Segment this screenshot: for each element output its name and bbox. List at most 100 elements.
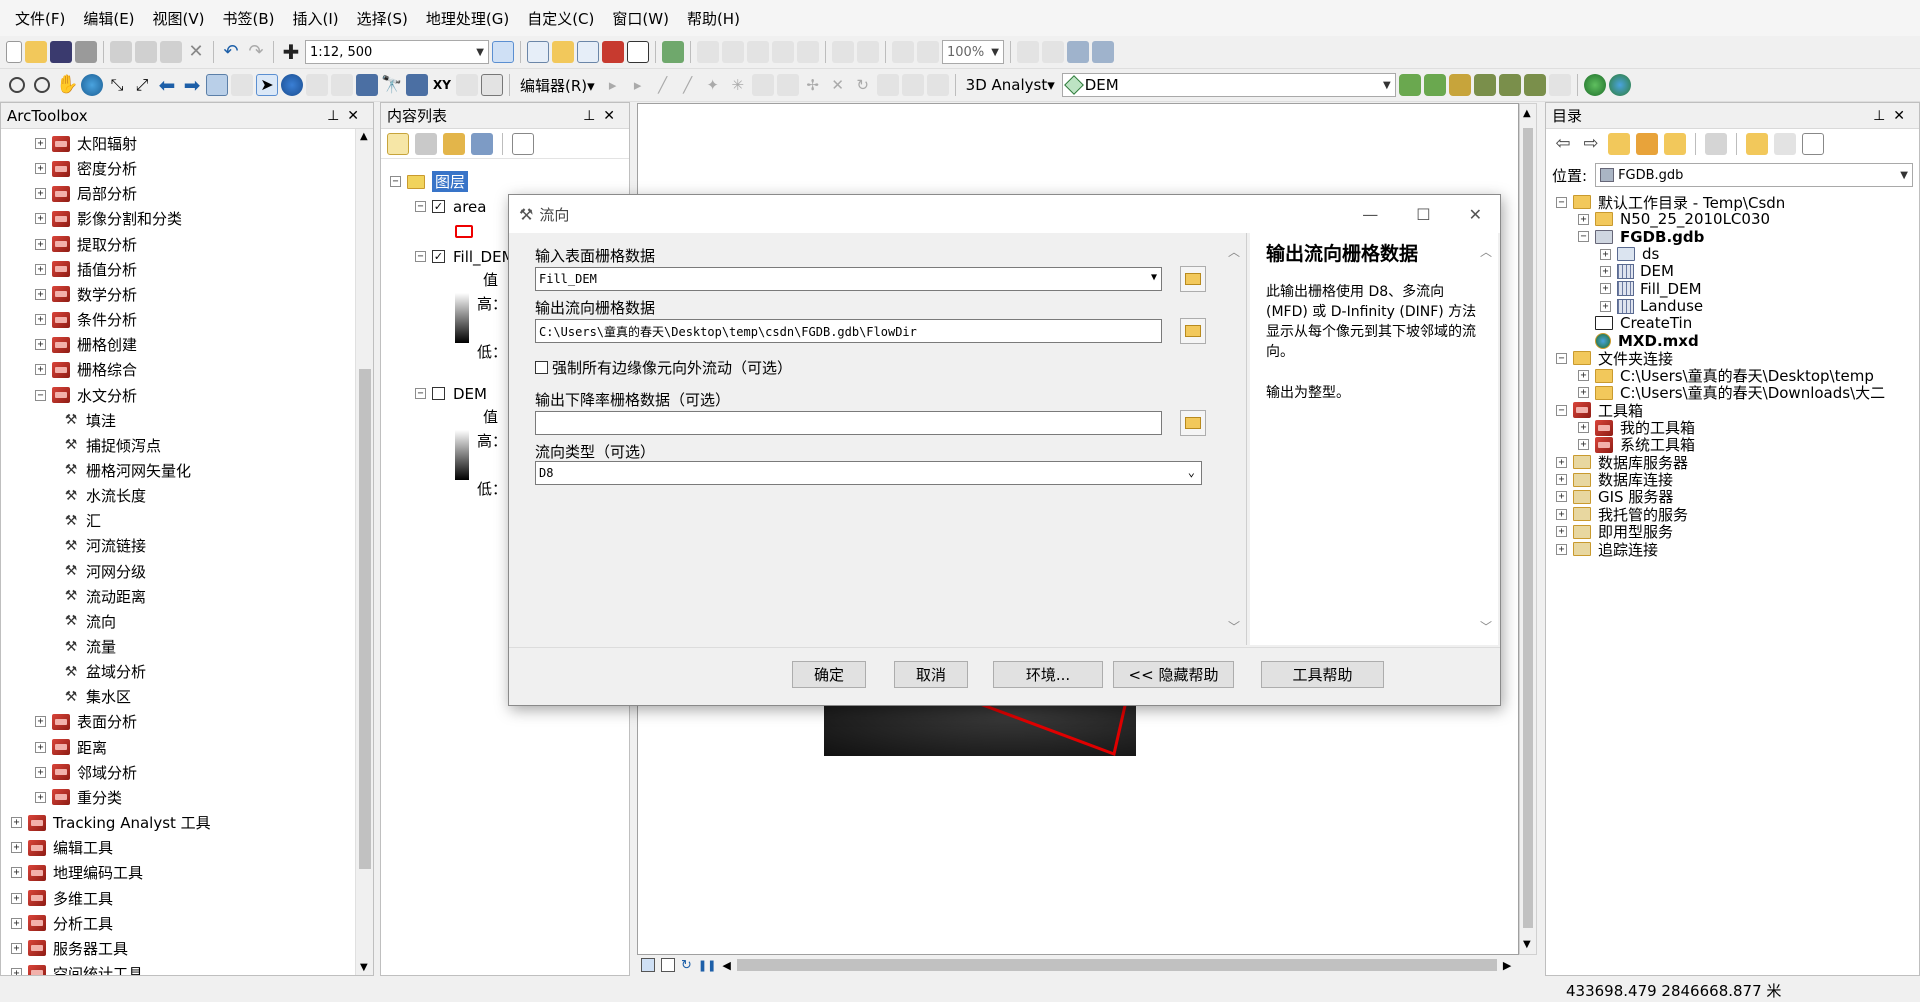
toolset-item[interactable]: + 表面分析 — [35, 709, 137, 734]
toolset-item[interactable]: + 太阳辐射 — [35, 131, 137, 156]
layer-visibility-checkbox[interactable]: ✓ — [432, 200, 445, 213]
expand-icon[interactable]: + — [11, 942, 22, 954]
tool-item[interactable]: ⚒ 捕捉倾泻点 — [63, 433, 161, 458]
catalog-item[interactable]: + N50_25_2010LC030 — [1578, 210, 1770, 228]
expand-icon[interactable]: + — [35, 138, 46, 149]
drop-raster-field[interactable] — [535, 411, 1162, 435]
expand-icon[interactable]: + — [1578, 439, 1589, 451]
toolset-item[interactable]: + 栅格创建 — [35, 332, 137, 357]
expand-icon[interactable]: + — [1556, 474, 1567, 486]
close-icon[interactable]: ✕ — [1893, 108, 1913, 124]
browse-output-button[interactable] — [1180, 318, 1206, 344]
force-edge-option[interactable]: 强制所有边缘像元向外流动（可选） — [535, 357, 792, 378]
find-route-icon[interactable] — [406, 74, 428, 96]
output-flowdir-field[interactable]: C:\Users\童真的春天\Desktop\temp\csdn\FGDB.gd… — [535, 319, 1162, 343]
pin-icon[interactable]: ⊥ — [583, 108, 603, 124]
toolset-item[interactable]: + 提取分析 — [35, 232, 137, 257]
toolset-item[interactable]: + 密度分析 — [35, 156, 137, 181]
expand-icon[interactable]: + — [1600, 265, 1611, 277]
copy-icon[interactable] — [135, 41, 157, 63]
browse-drop-button[interactable] — [1180, 410, 1206, 436]
input-surface-combo[interactable]: Fill_DEM ▼ — [535, 267, 1162, 291]
force-edge-checkbox[interactable] — [535, 361, 548, 374]
identify-icon[interactable] — [281, 74, 303, 96]
catalog-item[interactable]: + 追踪连接 — [1556, 540, 1658, 559]
tool-item[interactable]: ⚒ 河网分级 — [63, 559, 146, 584]
scrollbar-thumb[interactable] — [1523, 128, 1533, 928]
interpolate-line-icon[interactable] — [1498, 74, 1521, 96]
up-one-level-icon[interactable] — [1608, 133, 1630, 155]
scroll-up-icon[interactable]: ▲ — [1523, 108, 1531, 119]
layer-visibility-checkbox[interactable] — [432, 387, 445, 400]
toolset-item[interactable]: + 局部分析 — [35, 181, 137, 206]
data-driven-pages-icon[interactable] — [1092, 41, 1114, 63]
forward-icon[interactable]: ⇨ — [1580, 133, 1602, 155]
toolset-item[interactable]: + 距离 — [35, 735, 107, 760]
steepest-path-icon[interactable] — [1423, 74, 1446, 96]
search-window-icon[interactable] — [577, 41, 599, 63]
zoom-out-icon[interactable] — [34, 77, 50, 93]
save-icon[interactable] — [50, 41, 72, 63]
toc-layer-area[interactable]: − ✓ area — [415, 194, 486, 219]
tool-item[interactable]: ⚒ 集水区 — [63, 684, 131, 709]
expand-icon[interactable]: + — [35, 339, 46, 351]
scroll-down-icon[interactable]: ▼ — [360, 962, 368, 973]
modelbuilder-icon[interactable] — [662, 41, 684, 63]
toolset-item[interactable]: + 影像分割和分类 — [35, 206, 182, 231]
tool-item[interactable]: ⚒ 栅格河网矢量化 — [63, 458, 191, 483]
cut-icon[interactable] — [110, 41, 132, 63]
expand-icon[interactable]: + — [35, 188, 46, 200]
expand-icon[interactable]: + — [35, 288, 46, 300]
collapse-icon[interactable]: − — [1556, 352, 1567, 364]
collapse-icon[interactable]: − — [415, 388, 426, 399]
arctoolbox-scrollbar[interactable]: ▲ ▼ — [355, 129, 373, 975]
expand-icon[interactable]: + — [35, 716, 46, 728]
select-features-icon[interactable] — [206, 74, 228, 96]
contour-icon[interactable] — [1398, 74, 1421, 96]
expand-icon[interactable]: + — [1600, 248, 1611, 260]
add-data-icon[interactable]: ✚ — [280, 41, 302, 63]
catalog-item[interactable]: − 默认工作目录 - Temp\Csdn — [1556, 193, 1785, 212]
collapse-icon[interactable]: − — [1556, 196, 1567, 208]
data-view-icon[interactable] — [641, 958, 655, 972]
back-icon[interactable]: ⇦ — [1552, 133, 1574, 155]
expand-icon[interactable]: + — [1578, 387, 1589, 399]
full-extent-icon[interactable] — [81, 74, 103, 96]
expand-icon[interactable]: + — [35, 213, 46, 225]
arcscene-globe-icon[interactable] — [1583, 74, 1606, 96]
editor-menu[interactable]: 编辑器(R)▾ — [516, 75, 599, 96]
fixed-zoom-in-map-icon[interactable]: ⤡ — [106, 74, 128, 96]
launch-arccatalog-icon[interactable] — [1746, 133, 1768, 155]
fixed-zoom-out-map-icon[interactable]: ⤢ — [131, 74, 153, 96]
expand-icon[interactable]: + — [1556, 491, 1567, 503]
tool-item[interactable]: ⚒ 流动距离 — [63, 584, 146, 609]
list-by-visibility-icon[interactable] — [443, 132, 465, 155]
python-window-icon[interactable] — [627, 41, 649, 63]
toolset-item[interactable]: + 条件分析 — [35, 307, 137, 332]
close-icon[interactable]: ✕ — [347, 108, 367, 124]
expand-icon[interactable]: + — [1600, 283, 1611, 295]
toolbox-item[interactable]: + Tracking Analyst 工具 — [11, 810, 211, 835]
scroll-down-icon[interactable]: ▼ — [1523, 939, 1531, 950]
catalog-item[interactable]: CreateTin — [1578, 314, 1692, 332]
dropdown-arrow-icon[interactable]: ▼ — [1151, 272, 1157, 283]
scroll-up-icon[interactable]: ▲ — [360, 131, 368, 142]
form-scrollbar[interactable]: ︿ ﹀ — [1228, 237, 1242, 641]
expand-icon[interactable]: + — [1578, 213, 1589, 225]
expand-icon[interactable]: + — [11, 917, 22, 929]
toolbox-item[interactable]: + 服务器工具 — [11, 936, 128, 961]
expand-icon[interactable]: + — [35, 791, 46, 803]
expand-icon[interactable]: + — [1556, 456, 1567, 468]
menu-item[interactable]: 自定义(C) — [518, 8, 603, 29]
arctoolbox-window-icon[interactable] — [602, 41, 624, 63]
maximize-icon[interactable]: ☐ — [1416, 205, 1430, 224]
expand-icon[interactable]: + — [1556, 526, 1567, 538]
menu-item[interactable]: 地理处理(G) — [417, 8, 518, 29]
arcglobe-icon[interactable] — [1608, 74, 1631, 96]
pan-hand-icon[interactable]: ✋ — [56, 74, 78, 96]
expand-icon[interactable]: + — [35, 766, 46, 778]
scroll-down-icon[interactable]: ﹀ — [1480, 618, 1492, 635]
expand-icon[interactable]: + — [11, 892, 22, 904]
tool-item[interactable]: ⚒ 流量 — [63, 634, 116, 659]
toolset-item[interactable]: + 数学分析 — [35, 282, 137, 307]
